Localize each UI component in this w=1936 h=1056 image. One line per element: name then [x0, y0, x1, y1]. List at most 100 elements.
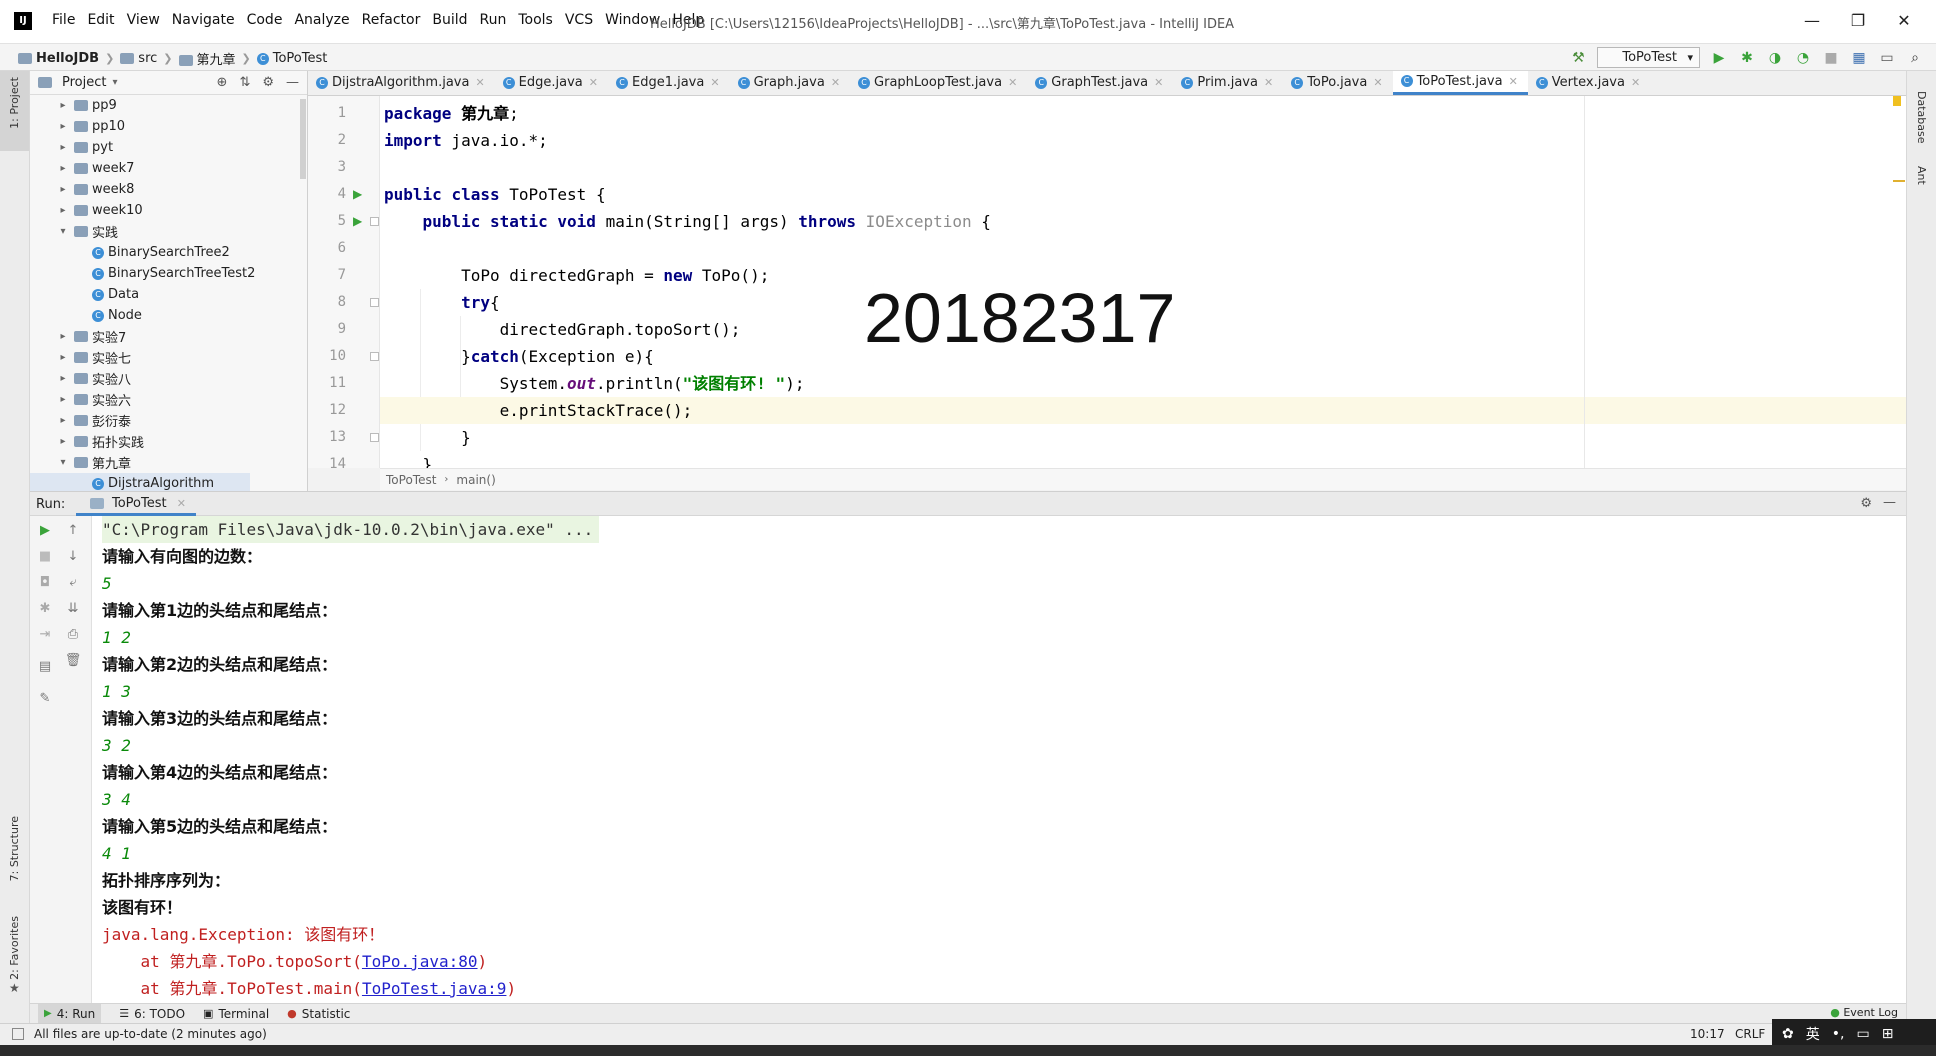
tree-item[interactable]: ▸ week10: [30, 200, 307, 221]
rerun-icon[interactable]: ▶: [36, 522, 54, 540]
close-tab-icon[interactable]: ✕: [710, 76, 719, 89]
editor-breadcrumb-class[interactable]: ToPoTest: [386, 473, 436, 487]
code-line[interactable]: public class ToPoTest {: [380, 181, 1906, 208]
hide-panel-icon[interactable]: —: [1883, 495, 1896, 510]
tree-item[interactable]: ▸ 拓扑实践: [30, 431, 307, 452]
code-line[interactable]: [380, 154, 1906, 181]
structure-tool-tab[interactable]: 7: Structure: [8, 816, 21, 881]
code-line[interactable]: System.out.println("该图有环! ");: [380, 370, 1906, 397]
close-button[interactable]: ✕: [1884, 8, 1924, 34]
line-number[interactable]: 7: [316, 267, 346, 283]
warning-marker[interactable]: [1893, 96, 1901, 106]
editor-tab[interactable]: C Graph.java ✕: [730, 71, 850, 95]
code-line[interactable]: [380, 235, 1906, 262]
debug-bug-icon[interactable]: ✱: [1738, 49, 1756, 67]
profile-icon[interactable]: ◔: [1794, 49, 1812, 67]
tree-item[interactable]: ▸ pp10: [30, 116, 307, 137]
run-icon[interactable]: ▶: [1710, 49, 1728, 67]
breadcrumb-class[interactable]: C ToPoTest: [256, 51, 327, 66]
editor-tab[interactable]: C ToPoTest.java ✕: [1392, 71, 1528, 95]
close-tab-icon[interactable]: ✕: [1008, 76, 1017, 89]
coverage-icon[interactable]: ◑: [1766, 49, 1784, 67]
menu-analyze[interactable]: Analyze: [288, 12, 355, 28]
code-line[interactable]: import java.io.*;: [380, 127, 1906, 154]
tree-item[interactable]: C BinarySearchTree2: [30, 242, 307, 263]
minimize-button[interactable]: —: [1792, 8, 1832, 34]
menu-refactor[interactable]: Refactor: [356, 12, 427, 28]
tree-item[interactable]: C DijstraAlgorithm: [30, 473, 250, 491]
project-tool-tab[interactable]: 1: Project: [8, 77, 21, 129]
project-view-select[interactable]: Project: [62, 75, 106, 90]
event-log-tab[interactable]: ● Event Log: [1830, 1006, 1898, 1019]
search-icon[interactable]: ⌕: [1906, 49, 1924, 67]
close-tab-icon[interactable]: ✕: [177, 497, 186, 510]
scroll-to-end-icon[interactable]: ⇊: [64, 600, 82, 618]
breadcrumb-src[interactable]: src: [120, 51, 157, 66]
chevron-right-icon[interactable]: ▸: [56, 121, 70, 132]
editor-tab[interactable]: C ToPo.java ✕: [1283, 71, 1392, 95]
source-link[interactable]: ToPo.java:80: [362, 952, 478, 971]
caret-position[interactable]: 10:17: [1690, 1027, 1725, 1041]
menu-run[interactable]: Run: [474, 12, 513, 28]
chevron-right-icon[interactable]: ▸: [56, 142, 70, 153]
menu-navigate[interactable]: Navigate: [166, 12, 241, 28]
menu-file[interactable]: File: [46, 12, 81, 28]
fold-icon[interactable]: [370, 298, 379, 307]
gear-icon[interactable]: ⚙: [1860, 496, 1872, 511]
paw-icon[interactable]: ✿: [1782, 1026, 1794, 1042]
run-tool-tab[interactable]: ▶ 4: Run: [38, 1003, 102, 1024]
editor-tab[interactable]: C Prim.java ✕: [1173, 71, 1283, 95]
tree-item[interactable]: ▾ 实践: [30, 221, 307, 242]
code-line[interactable]: e.printStackTrace();: [380, 397, 1906, 424]
fold-icon[interactable]: [370, 217, 379, 226]
chevron-down-icon[interactable]: ▾: [112, 77, 117, 88]
chevron-right-icon[interactable]: ▸: [56, 352, 70, 363]
status-toggle-icon[interactable]: [12, 1028, 24, 1040]
menu-code[interactable]: Code: [241, 12, 289, 28]
editor-tab[interactable]: C Edge.java ✕: [495, 71, 608, 95]
editor-breadcrumb-method[interactable]: main(): [456, 473, 495, 487]
arrow-up-icon[interactable]: ↑: [64, 522, 82, 540]
grid-icon[interactable]: ⊞: [1882, 1026, 1894, 1042]
tree-item[interactable]: ▸ pp9: [30, 95, 307, 116]
chevron-right-icon[interactable]: ▸: [56, 205, 70, 216]
punctuation-icon[interactable]: •,: [1832, 1026, 1845, 1042]
statistic-tool-tab[interactable]: ● Statistic: [287, 1007, 350, 1021]
database-tool-tab[interactable]: Database: [1915, 91, 1928, 144]
print-icon[interactable]: ⎙: [64, 626, 82, 644]
error-stripe-mark[interactable]: [1893, 180, 1905, 182]
tree-item[interactable]: ▸ pyt: [30, 137, 307, 158]
hide-panel-icon[interactable]: —: [286, 75, 299, 90]
terminal-tool-tab[interactable]: ▣ Terminal: [203, 1007, 269, 1021]
breadcrumb-project[interactable]: HelloJDB: [18, 51, 99, 66]
menu-edit[interactable]: Edit: [81, 12, 120, 28]
pin-icon[interactable]: ✎: [36, 690, 54, 708]
console-output[interactable]: "C:\Program Files\Java\jdk-10.0.2\bin\ja…: [92, 516, 1906, 1003]
screen-icon[interactable]: ▭: [1856, 1026, 1869, 1042]
status-message[interactable]: All files are up-to-date (2 minutes ago): [34, 1027, 267, 1041]
chevron-right-icon[interactable]: ▸: [56, 436, 70, 447]
tree-item[interactable]: ▸ week8: [30, 179, 307, 200]
tree-item[interactable]: C BinarySearchTreeTest2: [30, 263, 307, 284]
editor-tab[interactable]: C GraphTest.java ✕: [1027, 71, 1173, 95]
line-number[interactable]: 2: [316, 132, 346, 148]
line-number[interactable]: 10: [316, 348, 346, 364]
close-tab-icon[interactable]: ✕: [1264, 76, 1273, 89]
line-number[interactable]: 6: [316, 240, 346, 256]
tree-scrollbar[interactable]: [300, 99, 306, 179]
chevron-right-icon[interactable]: ▸: [56, 184, 70, 195]
chevron-right-icon[interactable]: ▸: [56, 394, 70, 405]
line-number[interactable]: 14: [316, 456, 346, 472]
editor-tab[interactable]: C DijstraAlgorithm.java ✕: [308, 71, 495, 95]
tree-item[interactable]: C Data: [30, 284, 307, 305]
collapse-all-icon[interactable]: ⇅: [239, 75, 250, 90]
layout-icon[interactable]: ▤: [36, 658, 54, 676]
menu-tools[interactable]: Tools: [512, 12, 559, 28]
chevron-down-icon[interactable]: ▾: [56, 457, 70, 468]
line-number[interactable]: 4: [316, 186, 346, 202]
maximize-button[interactable]: ❐: [1838, 8, 1878, 34]
camera-icon[interactable]: ◘: [36, 574, 54, 592]
todo-tool-tab[interactable]: ☰ 6: TODO: [119, 1007, 185, 1021]
run-gutter-icon[interactable]: ▶: [353, 214, 362, 228]
tree-item[interactable]: C Node: [30, 305, 307, 326]
